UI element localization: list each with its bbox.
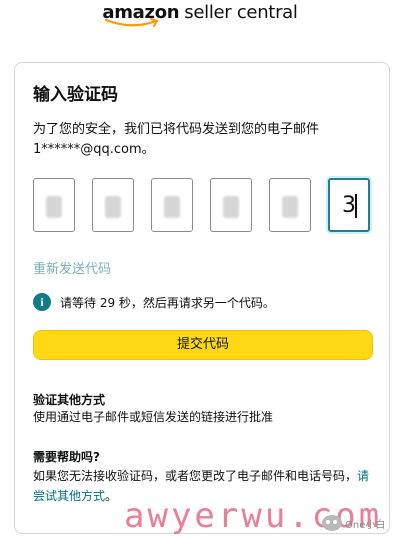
code-digit-6-value: 3	[342, 193, 356, 218]
other-method-heading: 验证其他方式	[33, 393, 106, 407]
submit-code-button[interactable]: 提交代码	[33, 330, 373, 360]
obscured-digit	[223, 196, 239, 218]
code-input-group: 3	[33, 178, 375, 236]
try-other-method-link-start[interactable]: 请	[357, 469, 369, 483]
code-digit-2-input[interactable]	[92, 178, 134, 232]
amazon-seller-central-logo: amazon seller central	[0, 2, 400, 36]
code-digit-6-input[interactable]: 3	[328, 178, 370, 232]
text-caret	[355, 194, 357, 218]
verification-card: 输入验证码 为了您的安全，我们已将代码发送到您的电子邮件 1******@qq.…	[14, 62, 390, 534]
watermark-brand-text: One小白	[345, 519, 386, 531]
page-title: 输入验证码	[33, 85, 118, 105]
resend-code-link[interactable]: 重新发送代码	[33, 258, 111, 277]
other-method-text[interactable]: 使用通过电子邮件或短信发送的链接进行批准	[33, 407, 273, 427]
code-digit-3-input[interactable]	[151, 178, 193, 232]
code-digit-4-input[interactable]	[210, 178, 252, 232]
wechat-icon	[322, 515, 342, 531]
wait-notice: i 请等待 29 秒，然后再请求另一个代码。	[33, 291, 275, 313]
wait-notice-text: 请等待 29 秒，然后再请求另一个代码。	[60, 295, 275, 310]
obscured-digit	[105, 196, 121, 218]
try-other-method-link[interactable]: 尝试其他方式	[33, 489, 105, 503]
help-heading: 需要帮助吗?	[33, 450, 100, 464]
amazon-smile-icon	[105, 18, 159, 27]
description-text: 为了您的安全，我们已将代码发送到您的电子邮件 1******@qq.com。	[33, 122, 320, 157]
code-digit-1-input[interactable]	[33, 178, 75, 232]
page: amazon seller central 输入验证码 为了您的安全，我们已将代码…	[0, 0, 400, 546]
watermark-brand: One小白	[322, 515, 385, 531]
obscured-digit	[46, 196, 62, 218]
help-text-body: 如果您无法接收验证码，或者您更改了电子邮件和电话号码，	[33, 469, 358, 483]
code-digit-5-input[interactable]	[269, 178, 311, 232]
obscured-digit	[164, 196, 180, 218]
info-icon: i	[33, 293, 51, 311]
help-text-end: 。	[105, 489, 118, 503]
obscured-digit	[282, 196, 298, 218]
logo-seller-central-text: seller central	[184, 2, 298, 23]
